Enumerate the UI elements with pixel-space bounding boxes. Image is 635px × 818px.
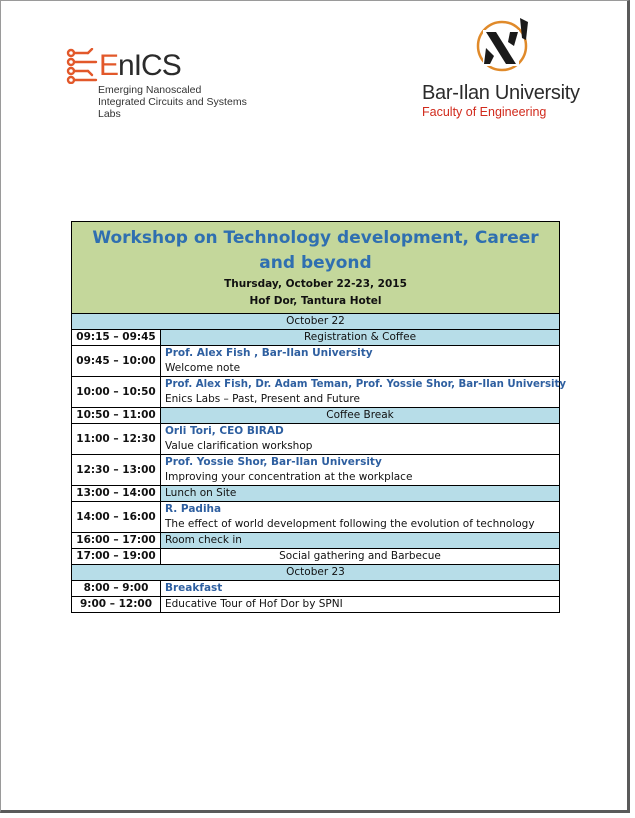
workshop-date: Thursday, October 22-23, 2015 — [224, 278, 407, 290]
session-title: Social gathering and Barbecue — [159, 548, 561, 565]
session-title: The effect of world development followin… — [165, 518, 535, 530]
session-speaker: Orli Tori, CEO BIRAD — [165, 425, 284, 437]
session-time: 10:50 – 11:00 — [71, 407, 161, 424]
session-speaker: Prof. Yossie Shor, Bar-Ilan University — [165, 456, 382, 468]
university-name: Bar-Ilan University — [422, 82, 580, 104]
session-row: 10:50 – 11:00 Coffee Break — [71, 407, 561, 424]
workshop-venue: Hof Dor, Tantura Hotel — [249, 295, 382, 307]
session-title: Improving your concentration at the work… — [165, 471, 413, 483]
session-row: 09:45 – 10:00 Prof. Alex Fish , Bar-Ilan… — [71, 345, 561, 377]
enics-tagline: Emerging Nanoscaled Integrated Circuits … — [98, 84, 247, 120]
session-title: Room check in — [159, 532, 561, 549]
university-emblem-icon — [476, 18, 528, 72]
session-title: Lunch on Site — [159, 485, 561, 502]
workshop-title: Workshop on Technology development, Care… — [92, 228, 539, 273]
session-time: 13:00 – 14:00 — [71, 485, 161, 502]
day-label: October 23 — [70, 564, 561, 581]
session-details: Orli Tori, CEO BIRAD Value clarification… — [159, 423, 561, 455]
agenda-table: Workshop on Technology development, Care… — [70, 221, 567, 613]
session-title: Educative Tour of Hof Dor by SPNI — [159, 596, 561, 613]
session-time: 12:30 – 13:00 — [71, 454, 161, 486]
session-row: 13:00 – 14:00 Lunch on Site — [71, 485, 561, 502]
session-details: Prof. Alex Fish, Dr. Adam Teman, Prof. Y… — [159, 376, 567, 408]
session-row: 14:00 – 16:00 R. Padiha The effect of wo… — [71, 501, 561, 533]
session-title: Breakfast — [159, 580, 561, 597]
header-row: Workshop on Technology development, Care… — [70, 221, 561, 314]
bar-ilan-logo: Bar-Ilan University Faculty of Engineeri… — [420, 12, 580, 122]
session-row: 9:00 – 12:00 Educative Tour of Hof Dor b… — [71, 596, 561, 613]
session-row: 8:00 – 9:00 Breakfast — [71, 580, 561, 597]
session-title: Coffee Break — [159, 407, 561, 424]
session-details: Prof. Alex Fish , Bar-Ilan University We… — [159, 345, 561, 377]
session-row: 12:30 – 13:00 Prof. Yossie Shor, Bar-Ila… — [71, 454, 561, 486]
session-details: R. Padiha The effect of world developmen… — [159, 501, 561, 533]
session-time: 09:15 – 09:45 — [71, 329, 161, 346]
session-title: Welcome note — [165, 362, 241, 374]
session-time: 11:00 – 12:30 — [71, 423, 161, 455]
session-time: 09:45 – 10:00 — [71, 345, 161, 377]
session-speaker: Prof. Alex Fish , Bar-Ilan University — [165, 347, 373, 359]
circuit-icon — [66, 48, 98, 84]
header-cell: Workshop on Technology development, Care… — [70, 221, 561, 314]
session-title: Registration & Coffee — [159, 329, 561, 346]
session-speaker: R. Padiha — [165, 503, 222, 515]
session-row: 11:00 – 12:30 Orli Tori, CEO BIRAD Value… — [71, 423, 561, 455]
day-label: October 22 — [70, 313, 561, 330]
session-time: 8:00 – 9:00 — [71, 580, 161, 597]
enics-logo: EnICS Emerging Nanoscaled Integrated Cir… — [66, 48, 266, 120]
day-header-row: October 22 — [70, 313, 561, 330]
session-time: 16:00 – 17:00 — [71, 532, 161, 549]
session-time: 10:00 – 10:50 — [71, 376, 161, 408]
session-row: 10:00 – 10:50 Prof. Alex Fish, Dr. Adam … — [71, 376, 567, 408]
session-row: 16:00 – 17:00 Room check in — [71, 532, 561, 549]
session-row: 09:15 – 09:45 Registration & Coffee — [71, 329, 561, 346]
session-time: 14:00 – 16:00 — [71, 501, 161, 533]
session-details: Prof. Yossie Shor, Bar-Ilan University I… — [159, 454, 561, 486]
faculty-name: Faculty of Engineering — [422, 105, 547, 119]
session-time: 9:00 – 12:00 — [71, 596, 161, 613]
session-row: 17:00 – 19:00 Social gathering and Barbe… — [71, 548, 561, 565]
session-speaker: Prof. Alex Fish, Dr. Adam Teman, Prof. Y… — [165, 379, 567, 390]
enics-wordmark: EnICS — [99, 49, 182, 82]
session-title: Enics Labs – Past, Present and Future — [165, 393, 360, 405]
day-header-row: October 23 — [70, 564, 561, 581]
session-time: 17:00 – 19:00 — [71, 548, 161, 565]
session-title: Value clarification workshop — [165, 440, 313, 452]
